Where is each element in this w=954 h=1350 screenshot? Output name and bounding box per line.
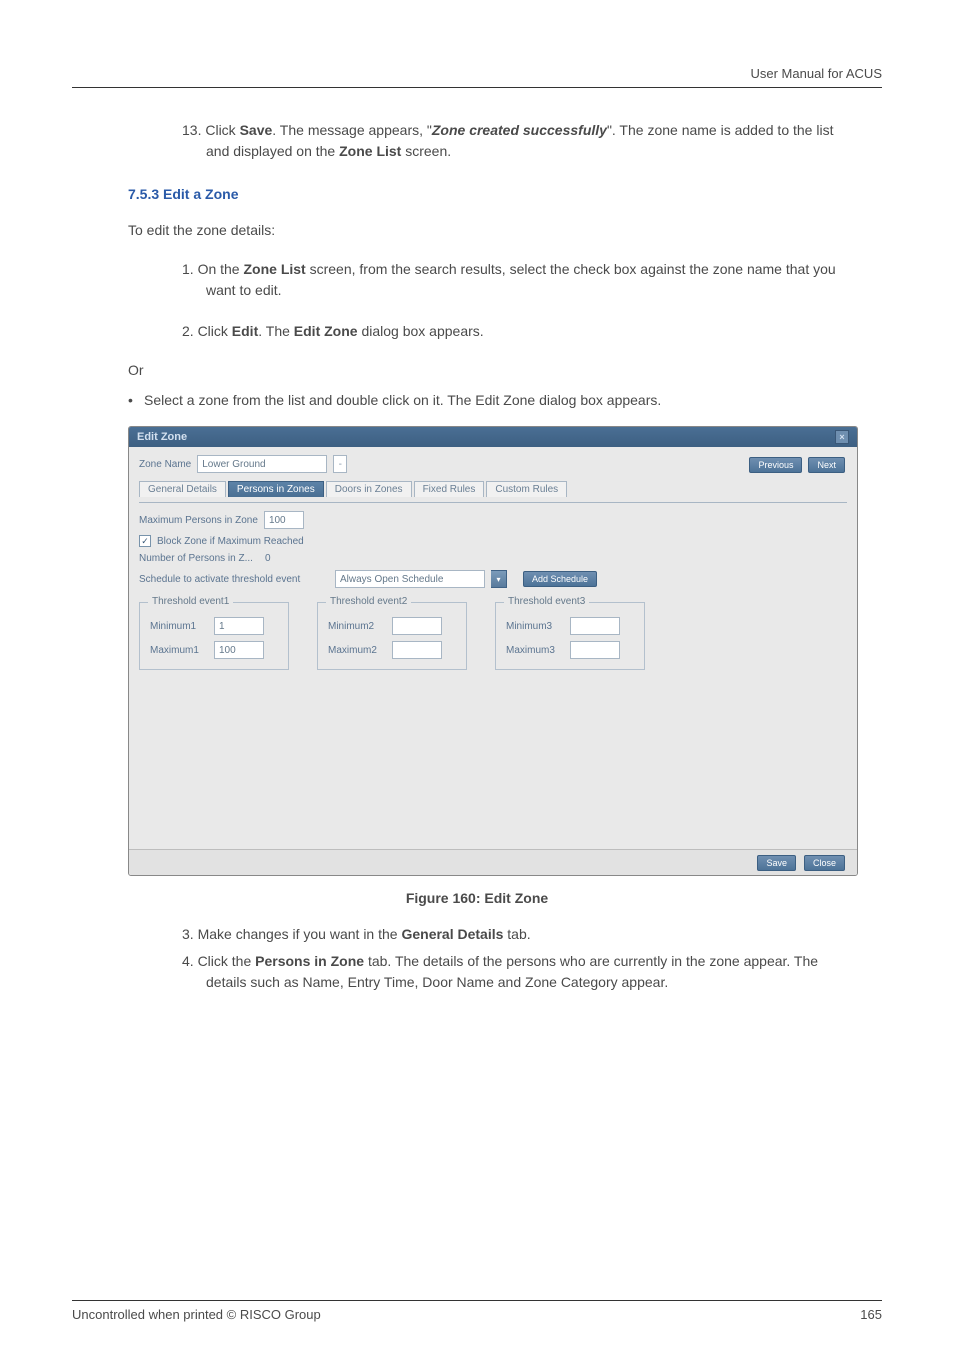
chevron-down-icon[interactable]: ▾: [491, 570, 507, 588]
step2-pre: 2. Click: [182, 323, 232, 339]
tab-custom-rules[interactable]: Custom Rules: [486, 481, 567, 497]
close-icon[interactable]: ×: [835, 430, 849, 444]
tab-doors-in-zones[interactable]: Doors in Zones: [326, 481, 412, 497]
figure-caption: Figure 160: Edit Zone: [72, 890, 882, 906]
step13-zonelist: Zone List: [339, 143, 401, 159]
step-2: 2. Click Edit. The Edit Zone dialog box …: [182, 321, 858, 342]
threshold2-max-label: Maximum2: [328, 645, 386, 656]
tab-persons-in-zones[interactable]: Persons in Zones: [228, 481, 324, 497]
tab-underline: [139, 502, 847, 503]
step13-mid1: . The message appears, ": [272, 122, 432, 138]
step4-bold: Persons in Zone: [255, 953, 364, 969]
step3-post: tab.: [503, 926, 530, 942]
step3-pre: 3. Make changes if you want in the: [182, 926, 401, 942]
step1-zonelist: Zone List: [243, 261, 305, 277]
zone-name-input[interactable]: Lower Ground: [197, 455, 327, 473]
tab-general-details[interactable]: General Details: [139, 481, 226, 497]
step3-bold: General Details: [401, 926, 503, 942]
threshold-event3-group: Threshold event3 Minimum3 Maximum3: [495, 602, 645, 670]
block-zone-label: Block Zone if Maximum Reached: [157, 536, 304, 547]
threshold2-max-input[interactable]: [392, 641, 442, 659]
page-header-title: User Manual for ACUS: [72, 36, 882, 87]
step13-save: Save: [240, 122, 273, 138]
step13-post: screen.: [401, 143, 451, 159]
step-4: 4. Click the Persons in Zone tab. The de…: [182, 951, 858, 993]
max-persons-input[interactable]: 100: [264, 511, 304, 529]
step-13: 13. Click Save. The message appears, "Zo…: [182, 120, 858, 162]
step2-edit: Edit: [232, 323, 258, 339]
bullet-dot: •: [128, 392, 144, 408]
tab-strip: General Details Persons in Zones Doors i…: [139, 481, 847, 497]
footer-left: Uncontrolled when printed © RISCO Group: [72, 1307, 321, 1322]
step2-mid: . The: [258, 323, 294, 339]
threshold1-max-input[interactable]: 100: [214, 641, 264, 659]
threshold1-min-label: Minimum1: [150, 621, 208, 632]
dialog-save-button[interactable]: Save: [757, 855, 796, 871]
header-rule: [72, 87, 882, 88]
step4-pre: 4. Click the: [182, 953, 255, 969]
footer-page-number: 165: [860, 1307, 882, 1322]
threshold3-max-input[interactable]: [570, 641, 620, 659]
intro-text: To edit the zone details:: [128, 220, 858, 241]
threshold1-legend: Threshold event1: [148, 596, 233, 607]
step2-post: dialog box appears.: [358, 323, 484, 339]
threshold-event2-group: Threshold event2 Minimum2 Maximum2: [317, 602, 467, 670]
step-3: 3. Make changes if you want in the Gener…: [182, 924, 858, 945]
zone-name-extra-input[interactable]: -: [333, 455, 347, 473]
threshold1-min-input[interactable]: 1: [214, 617, 264, 635]
schedule-label: Schedule to activate threshold event: [139, 574, 329, 585]
step-1: 1. On the Zone List screen, from the sea…: [182, 259, 858, 301]
threshold2-legend: Threshold event2: [326, 596, 411, 607]
section-edit-a-zone: 7.5.3 Edit a Zone: [128, 186, 882, 202]
dialog-close-button[interactable]: Close: [804, 855, 845, 871]
tab-fixed-rules[interactable]: Fixed Rules: [414, 481, 485, 497]
step1-pre: 1. On the: [182, 261, 243, 277]
num-persons-value: 0: [265, 553, 271, 564]
previous-button[interactable]: Previous: [749, 457, 802, 473]
threshold3-min-label: Minimum3: [506, 621, 564, 632]
next-button[interactable]: Next: [808, 457, 845, 473]
threshold2-min-label: Minimum2: [328, 621, 386, 632]
zone-name-label: Zone Name: [139, 459, 191, 470]
step2-editzone: Edit Zone: [294, 323, 358, 339]
max-persons-label: Maximum Persons in Zone: [139, 515, 258, 526]
step13-msg: Zone created successfully: [432, 122, 607, 138]
threshold3-legend: Threshold event3: [504, 596, 589, 607]
block-zone-checkbox[interactable]: ✓: [139, 535, 151, 547]
threshold3-min-input[interactable]: [570, 617, 620, 635]
or-text: Or: [128, 362, 858, 378]
add-schedule-button[interactable]: Add Schedule: [523, 571, 597, 587]
threshold3-max-label: Maximum3: [506, 645, 564, 656]
bullet-text: Select a zone from the list and double c…: [144, 392, 661, 408]
num-persons-label: Number of Persons in Z...: [139, 553, 253, 564]
threshold1-max-label: Maximum1: [150, 645, 208, 656]
step13-pre: 13. Click: [182, 122, 240, 138]
schedule-select[interactable]: Always Open Schedule: [335, 570, 485, 588]
bullet-line: •Select a zone from the list and double …: [128, 392, 858, 408]
edit-zone-dialog: Edit Zone × Zone Name Lower Ground - Pre…: [128, 426, 858, 876]
threshold-event1-group: Threshold event1 Minimum11 Maximum1100: [139, 602, 289, 670]
dialog-title: Edit Zone: [137, 431, 187, 443]
threshold2-min-input[interactable]: [392, 617, 442, 635]
